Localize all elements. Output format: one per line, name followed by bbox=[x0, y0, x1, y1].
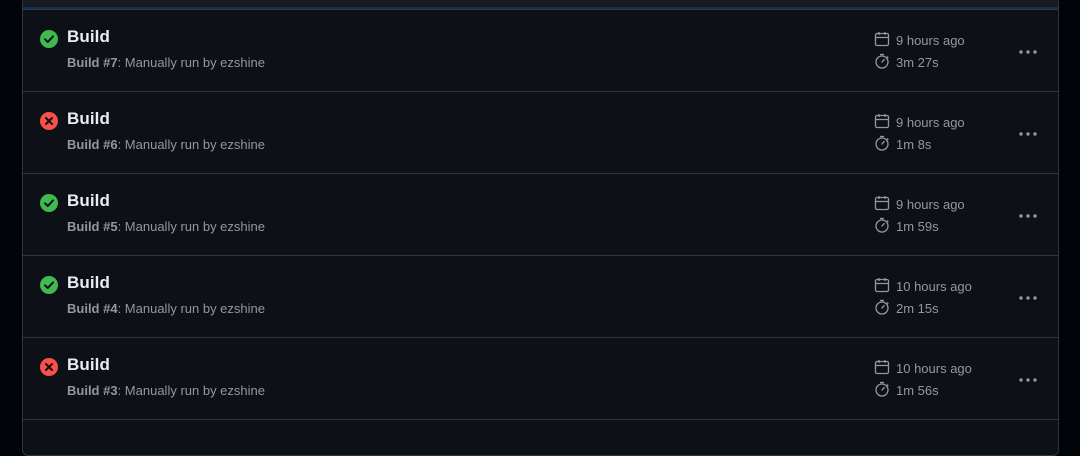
run-number: Build #3 bbox=[67, 383, 118, 398]
kebab-horizontal-icon bbox=[1018, 370, 1038, 388]
run-number: Build #6 bbox=[67, 137, 118, 152]
x-circle-fill-icon bbox=[40, 112, 58, 130]
run-number: Build #4 bbox=[67, 301, 118, 316]
stopwatch-icon bbox=[874, 299, 896, 318]
run-description: Build #5: Manually run by ezshine bbox=[67, 219, 265, 234]
run-number: Build #7 bbox=[67, 55, 118, 70]
run-title-link[interactable]: Build bbox=[67, 273, 110, 293]
stopwatch-icon bbox=[874, 53, 896, 72]
runs-list-header bbox=[23, 0, 1058, 10]
run-title-link[interactable]: Build bbox=[67, 109, 110, 129]
run-duration: 1m 56s bbox=[896, 382, 939, 398]
run-menu-button[interactable] bbox=[1013, 120, 1043, 146]
calendar-icon bbox=[874, 31, 896, 50]
workflow-run-list: Build Build #7: Manually run by ezshine … bbox=[23, 10, 1058, 420]
run-started-time: 9 hours ago bbox=[896, 32, 965, 48]
workflow-runs-panel: Build Build #7: Manually run by ezshine … bbox=[22, 0, 1059, 456]
run-meta: 9 hours ago 1m 59s bbox=[874, 193, 965, 237]
run-started-time: 10 hours ago bbox=[896, 360, 972, 376]
run-duration: 1m 8s bbox=[896, 136, 932, 152]
run-meta: 9 hours ago 3m 27s bbox=[874, 29, 965, 73]
calendar-icon bbox=[874, 359, 896, 378]
run-number: Build #5 bbox=[67, 219, 118, 234]
run-menu-button[interactable] bbox=[1013, 284, 1043, 310]
run-title-link[interactable]: Build bbox=[67, 27, 110, 47]
run-menu-button[interactable] bbox=[1013, 366, 1043, 392]
kebab-horizontal-icon bbox=[1018, 124, 1038, 142]
run-trigger: : Manually run by ezshine bbox=[117, 301, 265, 316]
run-title-link[interactable]: Build bbox=[67, 191, 110, 211]
check-circle-fill-icon bbox=[40, 194, 58, 212]
run-description: Build #3: Manually run by ezshine bbox=[67, 383, 265, 398]
run-meta: 10 hours ago 1m 56s bbox=[874, 357, 972, 401]
run-menu-button[interactable] bbox=[1013, 38, 1043, 64]
run-menu-button[interactable] bbox=[1013, 202, 1043, 228]
run-title-link[interactable]: Build bbox=[67, 355, 110, 375]
stopwatch-icon bbox=[874, 381, 896, 400]
run-description: Build #6: Manually run by ezshine bbox=[67, 137, 265, 152]
workflow-run-row[interactable]: Build Build #5: Manually run by ezshine … bbox=[23, 174, 1058, 256]
calendar-icon bbox=[874, 113, 896, 132]
x-circle-fill-icon bbox=[40, 358, 58, 376]
kebab-horizontal-icon bbox=[1018, 288, 1038, 306]
calendar-icon bbox=[874, 277, 896, 296]
run-duration: 1m 59s bbox=[896, 218, 939, 234]
calendar-icon bbox=[874, 195, 896, 214]
workflow-run-row[interactable]: Build Build #7: Manually run by ezshine … bbox=[23, 10, 1058, 92]
check-circle-fill-icon bbox=[40, 30, 58, 48]
run-trigger: : Manually run by ezshine bbox=[117, 383, 265, 398]
check-circle-fill-icon bbox=[40, 276, 58, 294]
workflow-run-row[interactable]: Build Build #4: Manually run by ezshine … bbox=[23, 256, 1058, 338]
kebab-horizontal-icon bbox=[1018, 42, 1038, 60]
run-duration: 3m 27s bbox=[896, 54, 939, 70]
stopwatch-icon bbox=[874, 217, 896, 236]
run-duration: 2m 15s bbox=[896, 300, 939, 316]
run-meta: 10 hours ago 2m 15s bbox=[874, 275, 972, 319]
run-description: Build #4: Manually run by ezshine bbox=[67, 301, 265, 316]
stopwatch-icon bbox=[874, 135, 896, 154]
workflow-run-row[interactable]: Build Build #6: Manually run by ezshine … bbox=[23, 92, 1058, 174]
run-meta: 9 hours ago 1m 8s bbox=[874, 111, 965, 155]
run-started-time: 9 hours ago bbox=[896, 196, 965, 212]
workflow-run-row[interactable]: Build Build #3: Manually run by ezshine … bbox=[23, 338, 1058, 420]
kebab-horizontal-icon bbox=[1018, 206, 1038, 224]
run-description: Build #7: Manually run by ezshine bbox=[67, 55, 265, 70]
run-trigger: : Manually run by ezshine bbox=[117, 55, 265, 70]
run-started-time: 10 hours ago bbox=[896, 278, 972, 294]
run-started-time: 9 hours ago bbox=[896, 114, 965, 130]
run-trigger: : Manually run by ezshine bbox=[117, 219, 265, 234]
run-trigger: : Manually run by ezshine bbox=[117, 137, 265, 152]
